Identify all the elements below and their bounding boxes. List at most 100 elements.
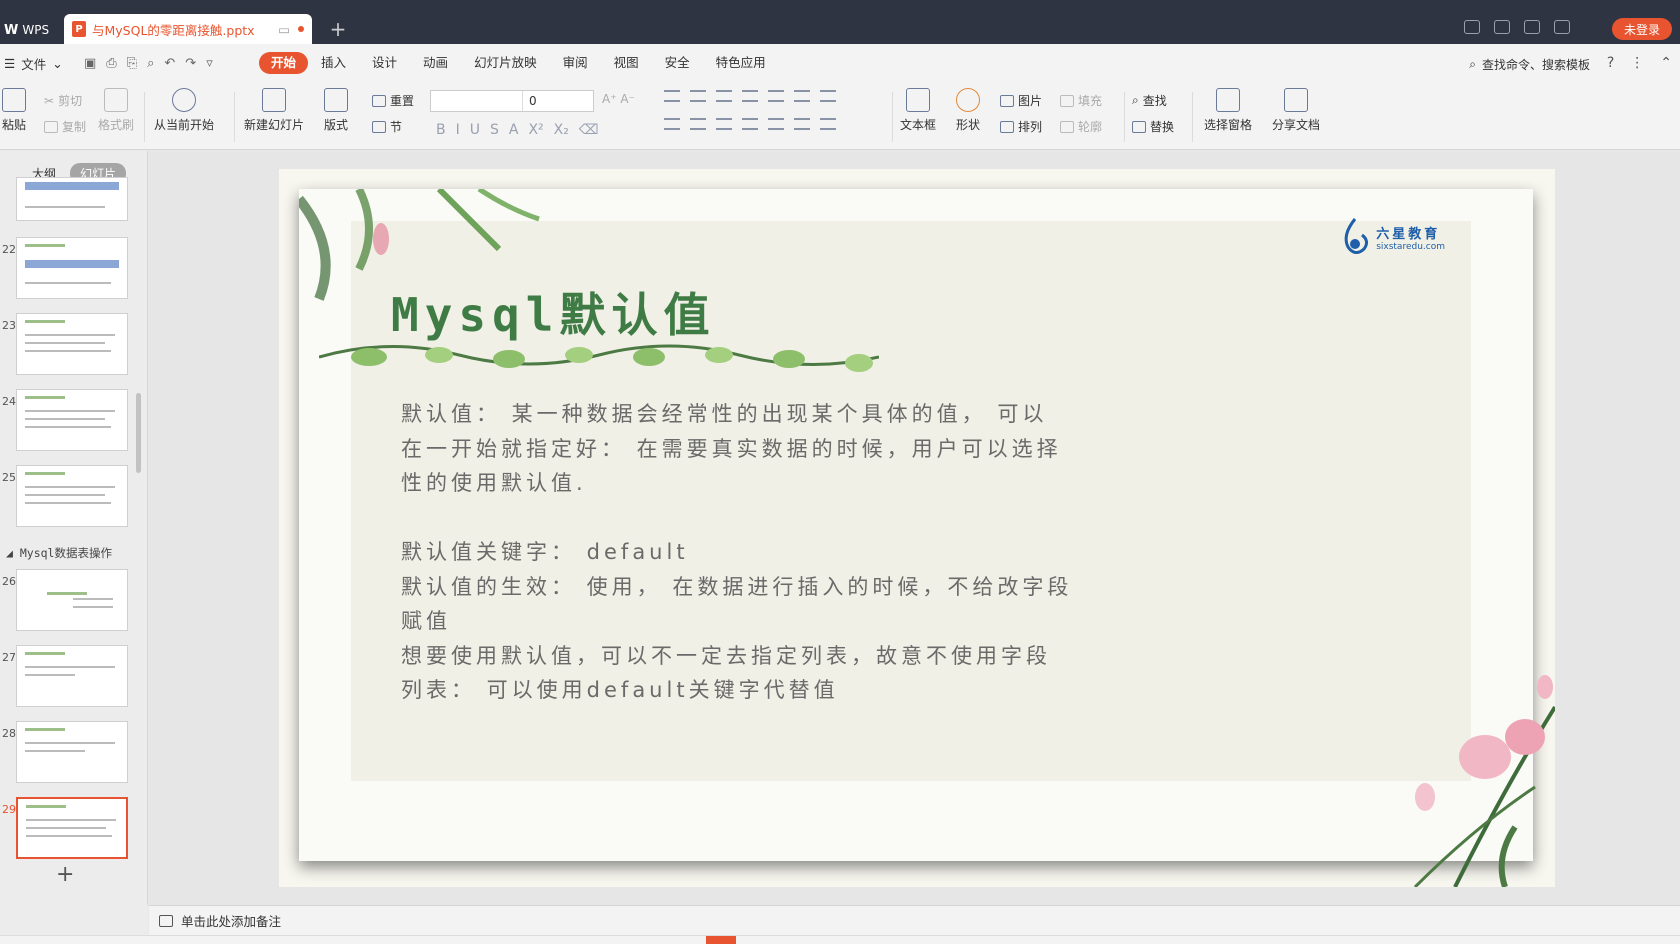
font-color-button[interactable]: A	[509, 122, 519, 138]
reset-button[interactable]: 重置	[372, 92, 414, 109]
tab-slideshow[interactable]: 幻灯片放映	[461, 52, 550, 74]
slide-thumbnail-selected[interactable]	[16, 797, 128, 859]
wps-home-tab[interactable]: W WPS	[0, 16, 64, 44]
redo-icon[interactable]: ↷	[185, 56, 196, 71]
new-tab-button[interactable]: +	[326, 18, 350, 42]
collapse-ribbon-icon[interactable]: ⌃	[1660, 55, 1672, 71]
monitor-icon[interactable]: ▭	[278, 22, 290, 37]
slide-thumbnail[interactable]	[16, 237, 128, 299]
panel-scrollbar[interactable]	[136, 393, 141, 473]
send-icon[interactable]	[1524, 20, 1540, 34]
slide-thumbnail[interactable]	[16, 313, 128, 375]
export-icon[interactable]: ⎙	[106, 56, 116, 71]
skin-icon[interactable]	[1494, 20, 1510, 34]
font-grow-shrink[interactable]: A⁺ A⁻	[602, 92, 635, 106]
section-button[interactable]: 节	[372, 118, 402, 135]
subscript-button[interactable]: X₂	[554, 122, 569, 138]
reset-icon	[372, 94, 386, 107]
more-icon[interactable]: ⋮	[1630, 55, 1644, 71]
columns-icon[interactable]	[794, 90, 810, 102]
shape-icon	[956, 88, 980, 112]
justify-icon[interactable]	[742, 118, 758, 130]
slide-thumbnail[interactable]	[16, 389, 128, 451]
tab-design[interactable]: 设计	[359, 52, 410, 74]
tab-animation[interactable]: 动画	[410, 52, 461, 74]
slide-body-text[interactable]: 默认值： 某一种数据会经常性的出现某个具体的值， 可以 在一开始就指定好： 在需…	[401, 397, 1161, 708]
align-center-icon[interactable]	[690, 118, 706, 130]
tab-view[interactable]: 视图	[601, 52, 652, 74]
copy-button[interactable]: 复制	[44, 118, 86, 135]
line-spacing-icon[interactable]	[820, 90, 836, 102]
save-icon[interactable]: ▣	[84, 56, 96, 71]
share-doc-button[interactable]: 分享文档	[1272, 88, 1320, 133]
tab-special[interactable]: 特色应用	[703, 52, 779, 74]
cut-button[interactable]: ✂ 剪切	[44, 92, 82, 109]
font-size-input[interactable]: 0	[523, 91, 537, 111]
selection-pane-button[interactable]: 选择窗格	[1204, 88, 1252, 133]
notes-bar[interactable]: 单击此处添加备注	[149, 905, 1680, 935]
thumb-line	[25, 666, 115, 668]
valign-icon[interactable]	[794, 118, 810, 130]
paste-button[interactable]: 粘贴	[2, 88, 26, 133]
tab-security[interactable]: 安全	[652, 52, 703, 74]
italic-button[interactable]: I	[456, 122, 460, 138]
underline-button[interactable]: U	[470, 122, 480, 138]
menu-bar: ☰ 文件 ⌄ ▣ ⎙ ⎘ ⌕ ↶ ↷ ▿ 开始 插入 设计 动画 幻灯片放映 审…	[0, 44, 1680, 82]
superscript-button[interactable]: X²	[528, 122, 543, 138]
distribute-icon[interactable]	[768, 118, 784, 130]
format-painter-button[interactable]: 格式刷	[98, 88, 134, 133]
login-button[interactable]: 未登录	[1612, 18, 1672, 40]
window-mode-icon[interactable]	[1464, 20, 1480, 34]
slide-thumbnail[interactable]	[16, 645, 128, 707]
replace-button[interactable]: 替换	[1132, 118, 1174, 135]
add-slide-button[interactable]: +	[56, 862, 74, 887]
help-icon[interactable]: ?	[1607, 55, 1614, 71]
slide-thumbnail[interactable]	[16, 721, 128, 783]
fill-label: 填充	[1078, 94, 1103, 108]
tab-insert[interactable]: 插入	[308, 52, 359, 74]
section-header[interactable]: ◢ Mysql数据表操作	[6, 545, 112, 561]
slide-thumbnail[interactable]	[16, 177, 128, 221]
font-name-input[interactable]	[431, 91, 523, 111]
play-from-current-button[interactable]: 从当前开始	[154, 88, 214, 133]
undo-icon[interactable]: ↶	[164, 56, 175, 71]
numbered-list-icon[interactable]	[690, 90, 706, 102]
document-tab[interactable]: P 与MySQL的零距离接触.pptx ▭	[64, 14, 312, 44]
slide-thumbnail[interactable]	[16, 569, 128, 631]
notes-placeholder: 单击此处添加备注	[181, 914, 282, 929]
spacing-icon[interactable]	[820, 118, 836, 130]
tab-review[interactable]: 审阅	[550, 52, 601, 74]
textbox-button[interactable]: 文本框	[900, 88, 936, 133]
print-icon[interactable]: ⎘	[127, 56, 137, 71]
outdent-icon[interactable]	[716, 90, 732, 102]
print-preview-icon[interactable]: ⌕	[147, 56, 154, 71]
slide-canvas[interactable]: Mysql默认值 默认值： 某一种数据会经常性的出现某个具体的值， 可以 在一开…	[279, 169, 1555, 887]
file-menu[interactable]: ☰ 文件 ⌄	[0, 54, 72, 73]
new-slide-button[interactable]: 新建幻灯片	[244, 88, 304, 133]
slide-number: 29	[2, 803, 16, 816]
customize-icon[interactable]: ▿	[206, 56, 213, 71]
text-direction-icon[interactable]	[768, 90, 784, 102]
layout-button[interactable]: 版式	[324, 88, 348, 133]
bullet-list-icon[interactable]	[664, 90, 680, 102]
body-line: 默认值关键字： default	[401, 540, 689, 564]
align-right-icon[interactable]	[716, 118, 732, 130]
slide-thumbnail[interactable]	[16, 465, 128, 527]
find-button[interactable]: ⌕ 查找	[1132, 92, 1167, 109]
strikethrough-button[interactable]: S	[490, 122, 499, 138]
align-left-icon[interactable]	[664, 118, 680, 130]
status-view-indicator[interactable]	[706, 936, 736, 944]
command-search[interactable]: ⌕ 查找命令、搜索模板	[1469, 56, 1590, 73]
eraser-icon[interactable]: ⌫	[579, 122, 599, 138]
font-selector: 0	[430, 90, 594, 112]
gift-icon[interactable]	[1554, 20, 1570, 34]
fill-button[interactable]: 填充	[1060, 92, 1102, 109]
indent-icon[interactable]	[742, 90, 758, 102]
bold-button[interactable]: B	[436, 122, 446, 138]
outline-button[interactable]: 轮廓	[1060, 118, 1102, 135]
picture-button[interactable]: 图片	[1000, 92, 1042, 109]
tab-home[interactable]: 开始	[259, 52, 309, 74]
shape-button[interactable]: 形状	[956, 88, 980, 133]
logo-en: sixstaredu.com	[1376, 241, 1445, 252]
arrange-button[interactable]: 排列	[1000, 118, 1042, 135]
